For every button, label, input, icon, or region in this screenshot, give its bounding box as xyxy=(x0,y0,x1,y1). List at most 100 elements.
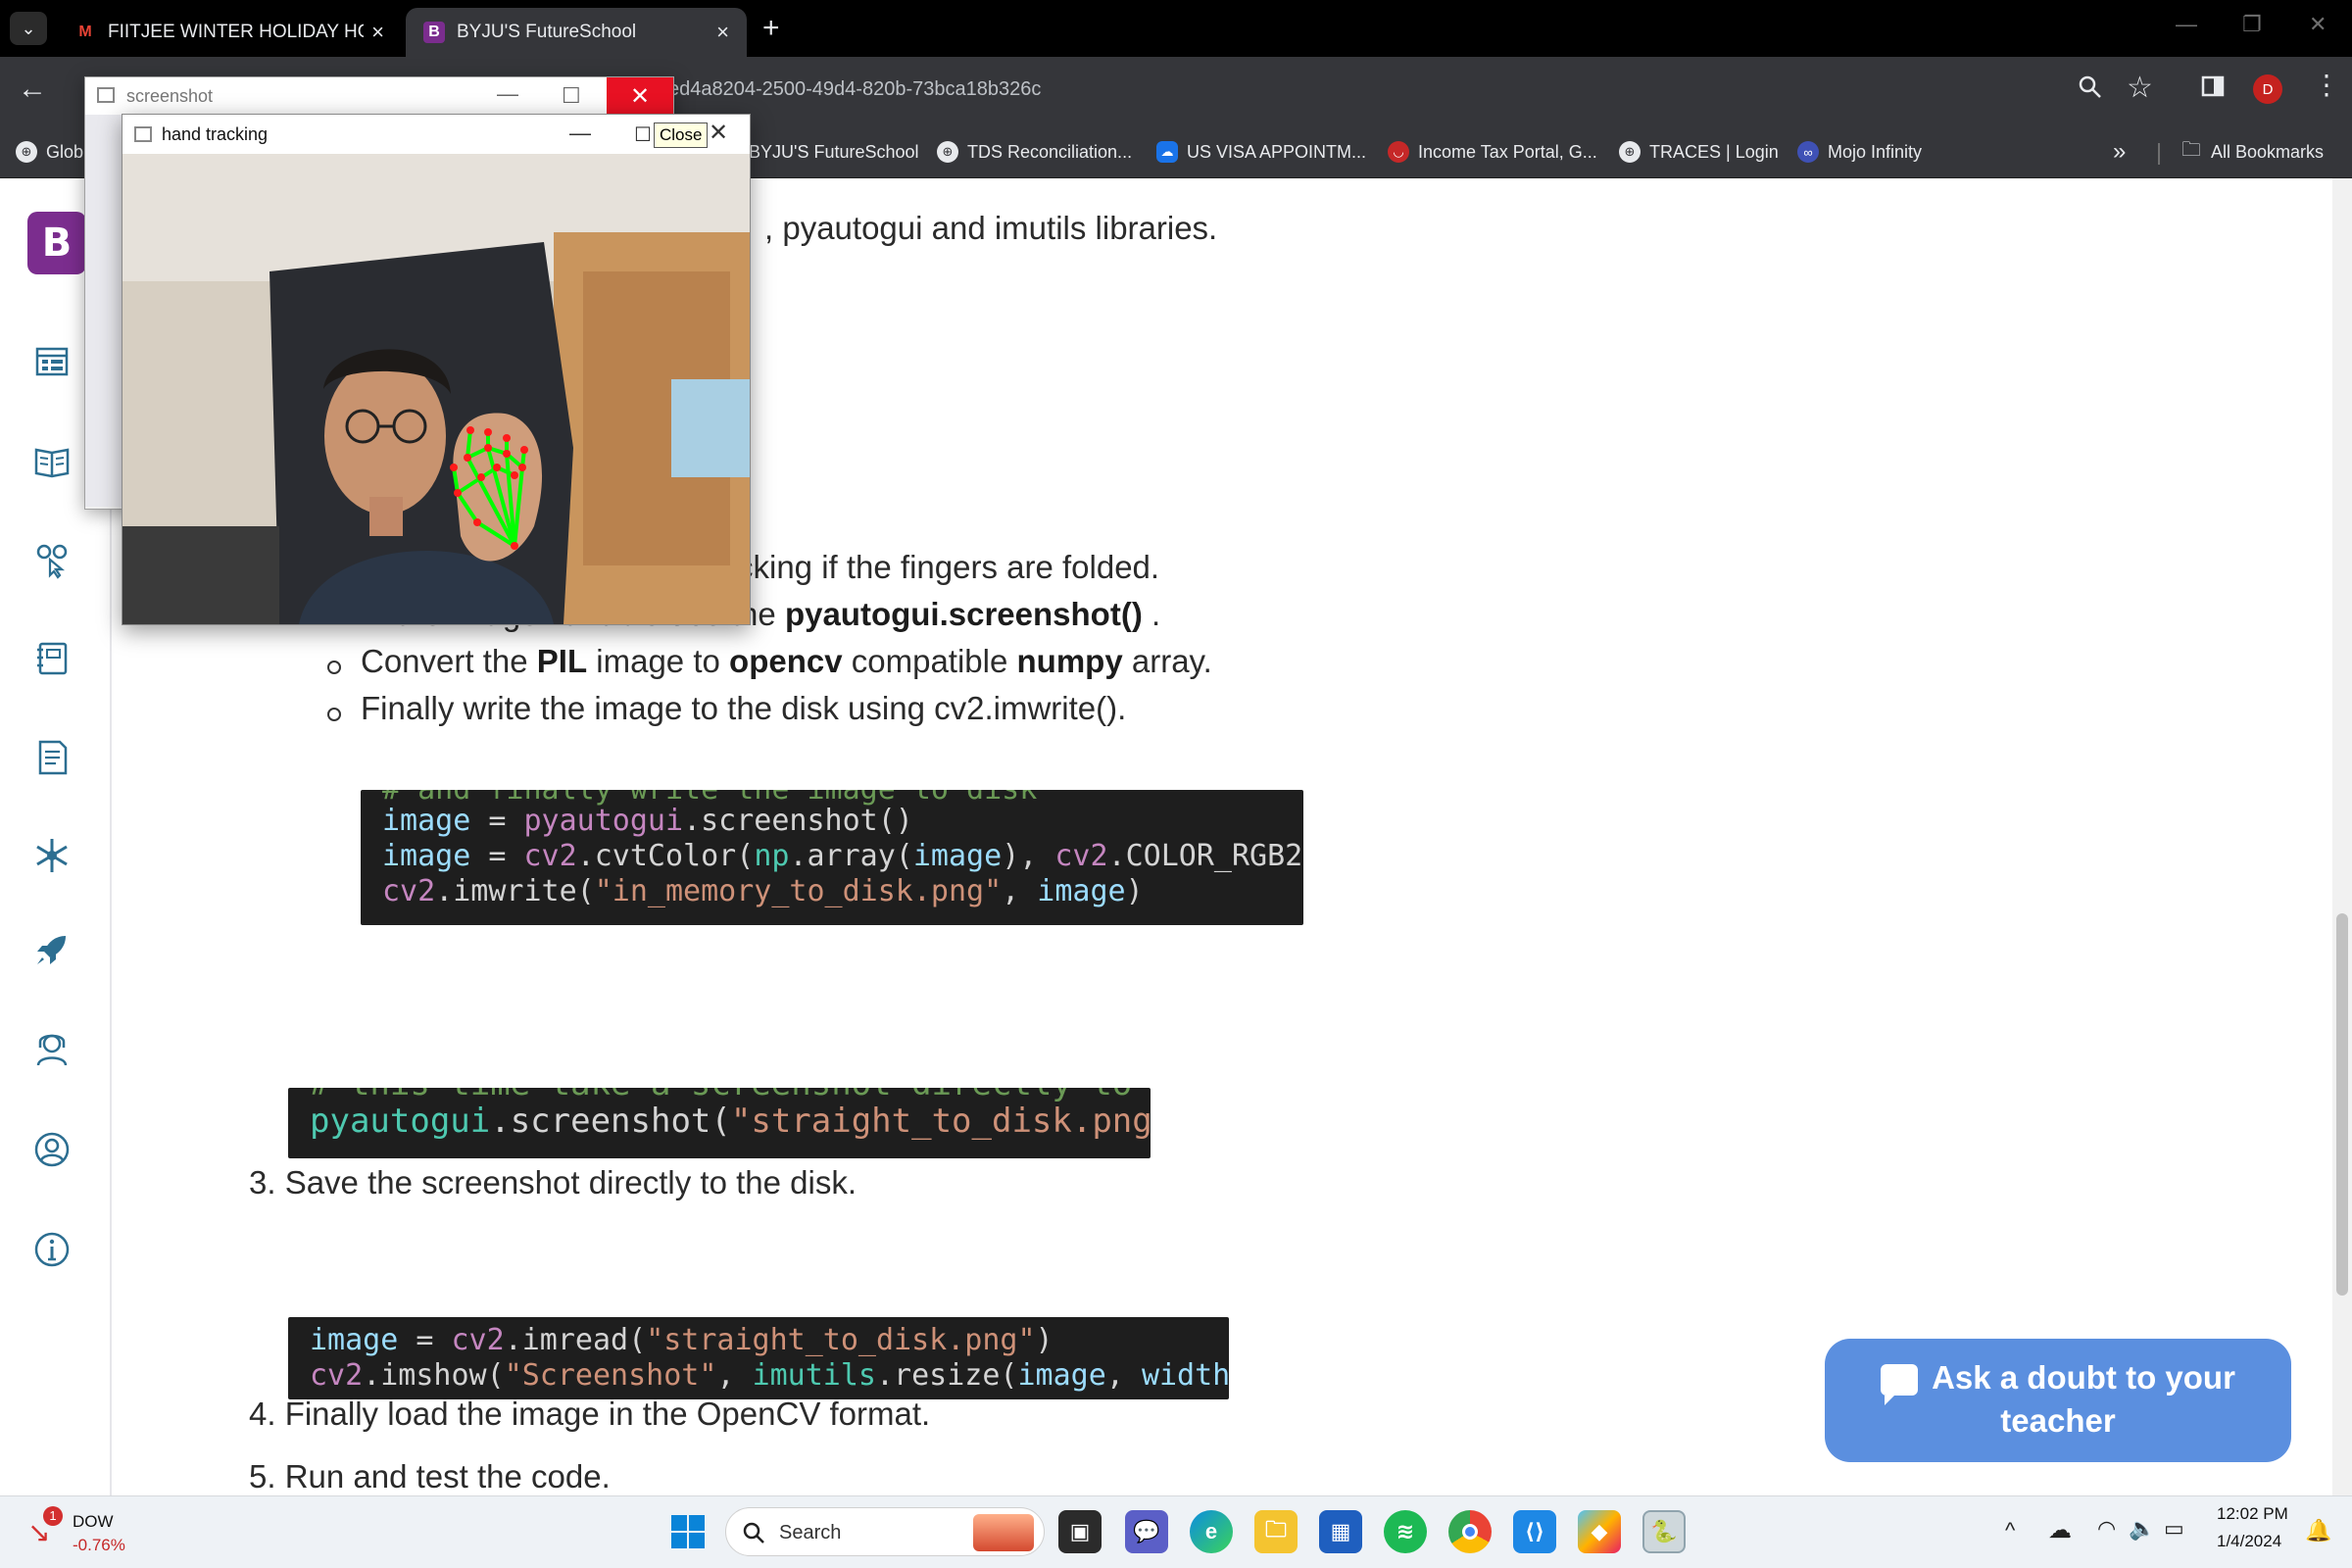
hand-tracking-window[interactable]: hand tracking — ☐ ✕ Close xyxy=(122,114,751,625)
maximize-icon[interactable]: ☐ xyxy=(562,83,581,109)
file-explorer-icon[interactable]: 🗀 xyxy=(1254,1510,1298,1553)
maximize-icon[interactable]: ☐ xyxy=(634,122,652,147)
convert-pil-text: Convert the PIL image to opencv compatib… xyxy=(361,643,1212,680)
chevron-down-icon: ⌄ xyxy=(21,18,36,38)
back-arrow-icon[interactable]: ← xyxy=(18,73,47,106)
close-window-icon[interactable]: ✕ xyxy=(2309,12,2327,37)
tray-chevron-icon[interactable]: ^ xyxy=(2005,1518,2015,1544)
text-fragment: . xyxy=(1142,596,1161,632)
bookmark-star-icon[interactable]: ☆ xyxy=(2127,71,2153,105)
book-icon[interactable] xyxy=(29,439,74,484)
notebook-icon[interactable] xyxy=(29,635,74,680)
step-4-text: 4. Finally load the image in the OpenCV … xyxy=(249,1396,931,1432)
python-window-icon[interactable]: 🐍 xyxy=(1642,1510,1686,1553)
screenshot-titlebar[interactable]: screenshot — ☐ ✕ xyxy=(85,77,673,115)
text-fragment: Convert the xyxy=(361,643,537,679)
bookmark-glob[interactable]: ⊕ Glob xyxy=(16,137,83,167)
tab-byjus[interactable]: B BYJU'S FutureSchool × xyxy=(406,8,747,57)
android-studio-icon[interactable]: ◆ xyxy=(1578,1510,1621,1553)
folder-icon: 🗀 xyxy=(2181,139,2201,161)
tab-search-button[interactable]: ⌄ xyxy=(10,12,47,45)
close-tab-icon[interactable]: × xyxy=(371,20,384,45)
tab-title: BYJU'S FutureSchool xyxy=(457,22,637,42)
interactive-icon[interactable] xyxy=(29,537,74,582)
ask-doubt-label: Ask a doubt to your teacher xyxy=(1932,1359,2235,1439)
code-block-memory: # and finally write the image to disk im… xyxy=(361,790,1303,925)
vscode-icon[interactable]: ⟨⟩ xyxy=(1513,1510,1556,1553)
volume-icon[interactable]: 🔈 xyxy=(2129,1516,2155,1542)
bookmark-income-tax[interactable]: ◡ Income Tax Portal, G... xyxy=(1388,137,1597,167)
task-view-icon[interactable]: ▣ xyxy=(1058,1510,1102,1553)
spotify-icon[interactable]: ≋ xyxy=(1384,1510,1427,1553)
tab-title: FIITJEE WINTER HOLIDAY HOME xyxy=(108,22,364,42)
text-fragment: compatible xyxy=(842,643,1017,679)
code-block-disk: # this time take a screenshot directly t… xyxy=(288,1088,1151,1158)
scrollbar-thumb[interactable] xyxy=(2336,913,2348,1296)
bullet-icon xyxy=(327,661,341,674)
bookmark-label: TDS Reconciliation... xyxy=(967,141,1133,162)
close-icon[interactable]: ✕ xyxy=(709,119,728,147)
close-tab-icon[interactable]: × xyxy=(716,20,729,45)
bookmark-label: Glob xyxy=(46,141,84,162)
ask-doubt-button[interactable]: Ask a doubt to your teacher xyxy=(1825,1339,2291,1462)
edge-icon[interactable]: e xyxy=(1190,1510,1233,1553)
globe-icon: ⊕ xyxy=(937,141,958,163)
byjus-logo[interactable]: B xyxy=(27,212,86,274)
bookmark-byjus[interactable]: BYJU'S FutureSchool xyxy=(749,137,919,167)
schedule-icon[interactable] xyxy=(29,339,74,384)
taskbar-search[interactable]: Search xyxy=(725,1507,1045,1556)
webcam-feed xyxy=(122,154,750,624)
microsoft-store-icon[interactable]: ▦ xyxy=(1319,1510,1362,1553)
bookmark-mojo[interactable]: ∞ Mojo Infinity xyxy=(1797,137,1922,167)
snowflake-icon[interactable] xyxy=(29,833,74,878)
zoom-icon[interactable] xyxy=(2078,74,2103,107)
document-icon[interactable] xyxy=(29,735,74,780)
text-fragment: PIL xyxy=(536,643,588,679)
text-fragment: opencv xyxy=(729,643,843,679)
bookmark-tds[interactable]: ⊕ TDS Reconciliation... xyxy=(937,137,1132,167)
bookmark-traces[interactable]: ⊕ TRACES | Login xyxy=(1619,137,1779,167)
restore-icon[interactable]: ❐ xyxy=(2242,12,2262,37)
clock-date[interactable]: 1/4/2024 xyxy=(2217,1532,2281,1551)
code-line: cv2.imshow("Screenshot", imutils.resize(… xyxy=(310,1358,1229,1393)
onedrive-icon[interactable]: ☁ xyxy=(2048,1516,2072,1544)
tax-icon: ◡ xyxy=(1388,141,1409,163)
bookmark-usvisa[interactable]: ☁ US VISA APPOINTM... xyxy=(1156,137,1366,167)
chrome-icon[interactable] xyxy=(1448,1510,1492,1553)
rocket-icon[interactable] xyxy=(29,927,74,972)
clock-time[interactable]: 12:02 PM xyxy=(2217,1504,2288,1524)
all-bookmarks[interactable]: 🗀 All Bookmarks xyxy=(2181,137,2324,167)
profile-icon[interactable] xyxy=(29,1127,74,1172)
stock-name: DOW xyxy=(73,1512,114,1531)
new-tab-icon[interactable]: + xyxy=(762,12,780,45)
windows-taskbar: ↘ 1 DOW -0.76% Search ▣ 💬 e 🗀 ▦ ≋ ⟨⟩ ◆ 🐍… xyxy=(0,1495,2352,1568)
battery-icon[interactable]: ▭ xyxy=(2164,1516,2184,1542)
tab-fiitjee[interactable]: M FIITJEE WINTER HOLIDAY HOME × xyxy=(57,8,402,57)
minimize-icon[interactable]: — xyxy=(2176,12,2197,37)
code-block-load: image = cv2.imread("straight_to_disk.png… xyxy=(288,1317,1229,1399)
minimize-icon[interactable]: — xyxy=(497,81,518,107)
menu-kebab-icon[interactable]: ⋮ xyxy=(2313,69,2340,101)
window-app-icon xyxy=(97,87,115,103)
bullet-icon xyxy=(327,708,341,721)
teams-icon[interactable]: 💬 xyxy=(1125,1510,1168,1553)
notification-bell-icon[interactable]: 🔔 xyxy=(2305,1518,2331,1544)
wifi-icon[interactable]: ◠ xyxy=(2097,1516,2116,1542)
bookmarks-overflow-icon[interactable]: » xyxy=(2113,137,2126,167)
info-icon[interactable] xyxy=(29,1227,74,1272)
support-icon[interactable] xyxy=(29,1027,74,1072)
search-placeholder: Search xyxy=(779,1522,842,1544)
bookmark-label: BYJU'S FutureSchool xyxy=(749,141,919,162)
url-input[interactable]: ed4a8204-2500-49d4-820b-73bca18b326c xyxy=(657,69,2136,116)
minimize-icon[interactable]: — xyxy=(569,121,591,146)
tab-bar: ⌄ M FIITJEE WINTER HOLIDAY HOME × B BYJU… xyxy=(0,0,2352,57)
bookmark-label: Income Tax Portal, G... xyxy=(1418,141,1597,162)
text-fragment: image to xyxy=(587,643,730,679)
windows-start-icon[interactable] xyxy=(666,1510,710,1553)
stocks-widget[interactable]: ↘ 1 DOW -0.76% xyxy=(22,1506,149,1559)
side-panel-icon[interactable] xyxy=(2201,74,2225,105)
profile-avatar[interactable]: D xyxy=(2253,74,2282,104)
page-scrollbar[interactable] xyxy=(2332,178,2352,1495)
hand-tracking-titlebar[interactable]: hand tracking — ☐ ✕ Close xyxy=(122,115,750,154)
close-icon[interactable]: ✕ xyxy=(607,77,673,115)
